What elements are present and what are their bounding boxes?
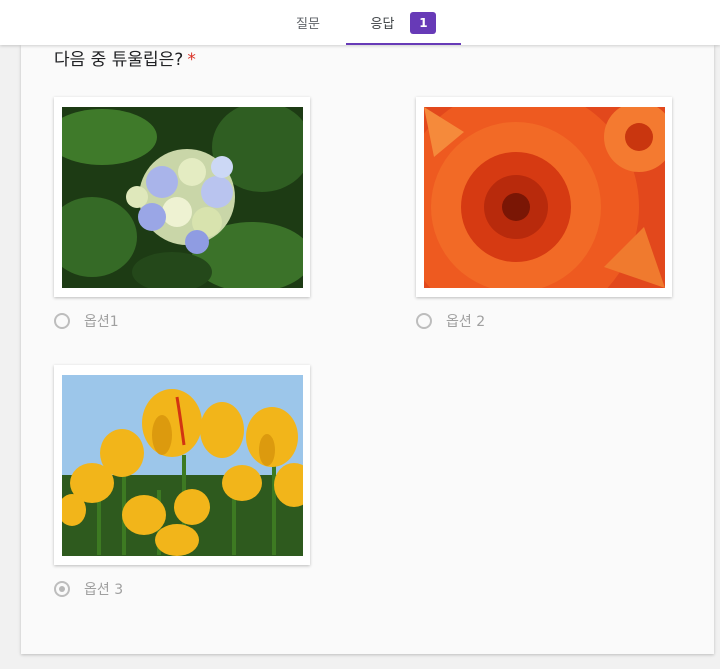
chrysanthemum-photo — [424, 107, 665, 288]
question-text: 다음 중 튜울립은? — [54, 50, 184, 70]
option-2[interactable]: 옵션 2 — [416, 311, 485, 331]
tulips-photo — [62, 375, 303, 556]
tab-questions[interactable]: 질문 — [270, 0, 346, 45]
option-2-label: 옵션 2 — [446, 314, 486, 330]
tab-questions-label: 질문 — [296, 17, 320, 32]
hydrangea-photo — [62, 107, 303, 288]
option-2-image-frame — [416, 97, 672, 297]
option-1[interactable]: 옵션1 — [54, 311, 119, 331]
question-title: 다음 중 튜울립은? * — [54, 45, 196, 73]
option-3[interactable]: 옵션 3 — [54, 579, 123, 599]
option-3-image-frame — [54, 365, 310, 565]
top-tab-bar: 질문 응답 1 — [0, 0, 720, 45]
option-1-radio[interactable] — [54, 313, 70, 329]
tab-responses-label: 응답 — [370, 17, 395, 32]
option-1-image-frame — [54, 97, 310, 297]
active-tab-indicator — [346, 43, 461, 45]
responses-count-badge: 1 — [410, 11, 437, 34]
required-asterisk: * — [187, 50, 196, 70]
question-card: 다음 중 튜울립은? * 옵션1 옵션 2 옵션 3 — [21, 45, 714, 654]
tab-responses[interactable]: 응답 1 — [346, 0, 461, 45]
option-3-label: 옵션 3 — [84, 582, 124, 598]
option-1-label: 옵션1 — [84, 314, 119, 330]
option-3-radio[interactable] — [54, 581, 70, 597]
option-2-radio[interactable] — [416, 313, 432, 329]
